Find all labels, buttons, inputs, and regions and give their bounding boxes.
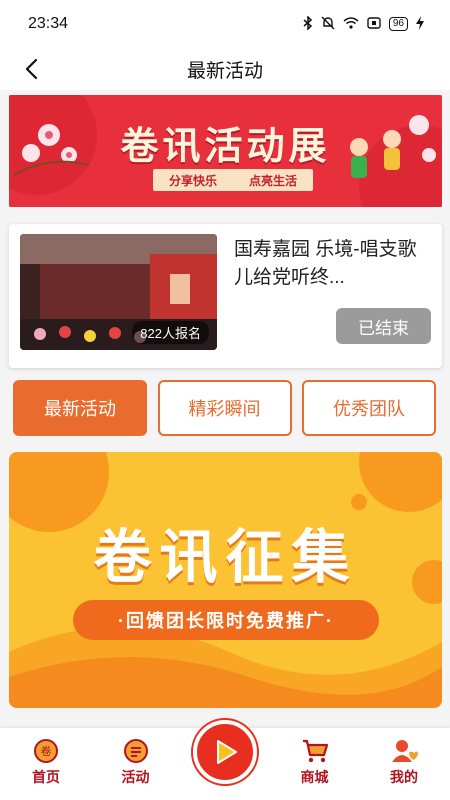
nav-bar: 最新活动	[0, 48, 450, 90]
nav-home-label: 首页	[32, 769, 60, 785]
profile-icon	[392, 740, 418, 762]
nav-home[interactable]: 卷 首页	[14, 728, 78, 800]
status-time: 23:34	[28, 15, 69, 32]
home-icon: 卷	[34, 739, 58, 763]
sim-icon	[367, 16, 381, 32]
page-title: 最新活动	[186, 60, 263, 82]
activity-title: 国寿嘉园 乐境-唱支歌儿给党听终...	[234, 239, 417, 288]
nav-activity[interactable]: 活动	[104, 728, 168, 800]
chevron-left-icon	[25, 58, 38, 80]
banner-sub-left: 分享快乐	[168, 173, 217, 188]
tab-excellent-teams[interactable]: 优秀团队	[302, 380, 436, 436]
nav-mine[interactable]: 我的	[372, 728, 436, 800]
nav-activity-label: 活动	[121, 769, 150, 785]
category-tabs: 最新活动 精彩瞬间 优秀团队	[13, 380, 436, 436]
nav-mine-label: 我的	[390, 769, 418, 785]
banner-title: 卷讯活动展	[120, 126, 331, 168]
banner-sub-right: 点亮生活	[248, 173, 297, 188]
tab-highlights[interactable]: 精彩瞬间	[157, 380, 292, 436]
activity-photo: 822人报名	[20, 234, 217, 350]
banner-subtitle: 分享快乐 点亮生活	[153, 169, 313, 191]
play-icon	[217, 740, 237, 764]
mute-bell-icon	[321, 16, 335, 33]
ended-status-button[interactable]: 已结束	[336, 308, 431, 344]
charging-icon	[416, 15, 424, 33]
signup-count-badge: 822人报名	[132, 321, 209, 344]
bluetooth-icon	[303, 14, 313, 33]
back-button[interactable]	[14, 52, 48, 86]
svg-text:卷: 卷	[41, 744, 52, 758]
activity-icon	[123, 739, 148, 763]
promo-subtitle: ·回馈团长限时免费推广·	[73, 600, 379, 640]
status-icons: 96	[303, 14, 424, 33]
battery-icon: 96	[388, 17, 408, 31]
center-play-button[interactable]	[193, 720, 257, 784]
status-bar: 23:34 96	[0, 0, 450, 48]
promo-banner[interactable]: 卷讯征集 ·回馈团长限时免费推广·	[9, 452, 442, 708]
wifi-icon	[343, 16, 359, 32]
event-banner[interactable]: 卷讯活动展 分享快乐 点亮生活	[9, 95, 442, 207]
nav-mall[interactable]: 商城	[283, 728, 347, 800]
nav-mall-label: 商城	[300, 769, 329, 785]
promo-title: 卷讯征集	[93, 525, 358, 590]
cart-icon	[302, 739, 328, 763]
activity-card[interactable]: 822人报名 国寿嘉园 乐境-唱支歌儿给党听终... 已结束	[9, 224, 442, 368]
tab-latest-activity[interactable]: 最新活动	[13, 380, 147, 436]
